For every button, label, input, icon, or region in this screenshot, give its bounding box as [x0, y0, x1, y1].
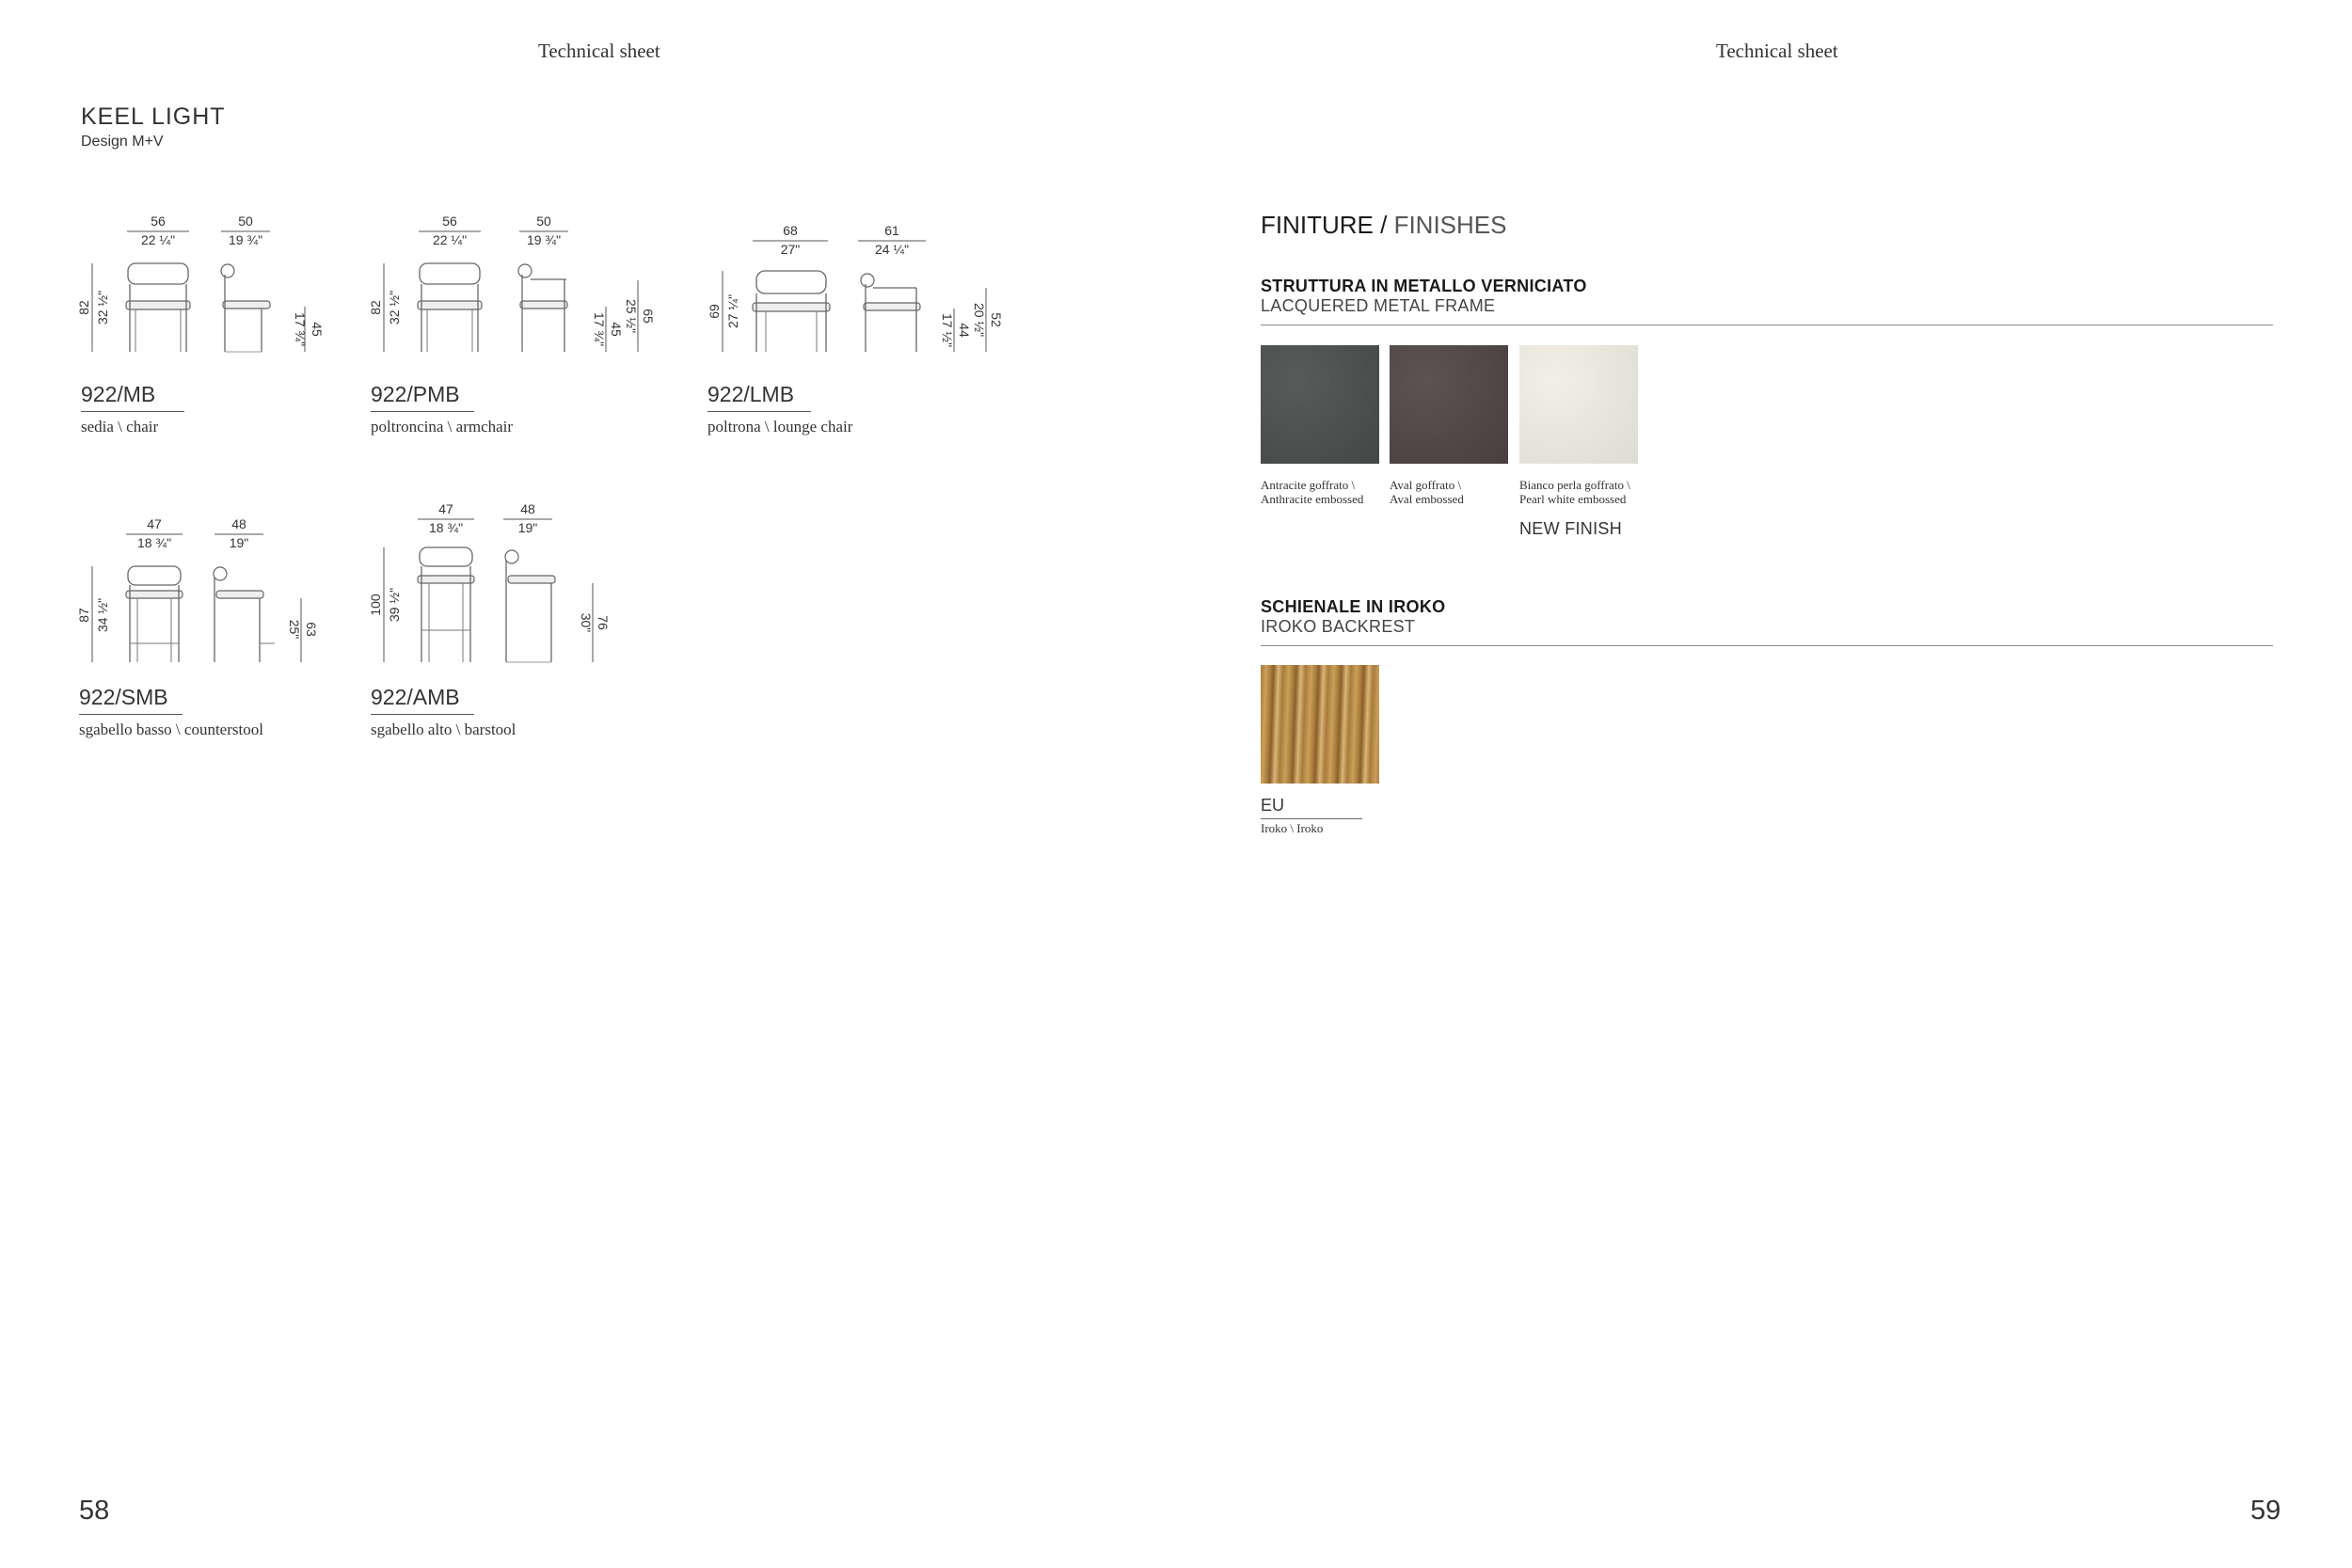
- backrest-section-header: SCHIENALE IN IROKO IROKO BACKREST: [1261, 597, 2273, 646]
- depth-cm: 50: [238, 214, 253, 229]
- page-header: Technical sheet: [538, 40, 660, 62]
- height-in: 32 ½": [95, 291, 110, 325]
- left-page: Technical sheet KEEL LIGHT Design M+V 56…: [0, 0, 1176, 1568]
- frame-section-title-it: STRUTTURA IN METALLO VERNICIATO: [1261, 277, 1587, 295]
- depth-in: 19 ¾": [527, 232, 561, 247]
- backrest-section-title-it: SCHIENALE IN IROKO: [1261, 597, 1446, 616]
- depth-cm: 50: [536, 214, 551, 229]
- depth-in: 19 ¾": [229, 232, 262, 247]
- backrest-section-title-en: IROKO BACKREST: [1261, 617, 1416, 636]
- arm-in: 25 ½": [624, 299, 639, 333]
- swatch-label: Bianco perla goffrato \ Pearl white embo…: [1519, 478, 1630, 506]
- height-cm: 82: [368, 300, 383, 315]
- width-cm: 56: [151, 214, 166, 229]
- arm-cm: 52: [989, 312, 1004, 327]
- product-chair: 56 22 ¼" 50 19 ¾" 82 32 ½" 45 17 ¾" 922/…: [66, 209, 329, 453]
- counterstool-drawing: 47 18 ¾" 48 19" 87 34 ½" 25" 63: [76, 516, 319, 662]
- swatch-label: Antracite goffrato \ Anthracite embossed: [1261, 478, 1364, 506]
- swatch-description: Iroko \ Iroko: [1261, 821, 1324, 835]
- width-in: 22 ¼": [141, 232, 175, 247]
- width-cm: 47: [147, 516, 162, 531]
- height-in: 27 ¼": [725, 294, 740, 328]
- chair-drawing: 56 22 ¼" 50 19 ¾" 82 32 ½" 45 17 ¾": [76, 214, 325, 353]
- height-in: 39 ½": [387, 588, 402, 622]
- depth-cm: 48: [520, 501, 535, 516]
- depth-in: 19": [230, 535, 249, 550]
- height-cm: 82: [76, 300, 91, 315]
- lounge-chair-drawing: 68 27" 61 24 ¼" 69 27 ¼" 17 ½" 44 20 ½": [707, 223, 1004, 352]
- width-cm: 47: [438, 501, 453, 516]
- title-separator: /: [1373, 211, 1394, 239]
- seat-in: 17 ¾": [293, 312, 308, 346]
- width-in: 22 ¼": [433, 232, 467, 247]
- swatch-pearl-white[interactable]: [1519, 345, 1638, 464]
- swatch-iroko-wood[interactable]: [1261, 665, 1379, 784]
- depth-cm: 61: [884, 223, 899, 238]
- height-cm: 100: [368, 594, 383, 616]
- armchair-drawing: 56 22 ¼" 50 19 ¾" 82 32 ½" 17 ¾" 45 25 ½: [368, 214, 656, 352]
- arm-in: 20 ½": [972, 303, 987, 337]
- product-barstool: 47 18 ¾" 48 19" 100 39 ½" 30" 76 922/AMB…: [358, 500, 640, 756]
- height-in: 34 ½": [95, 598, 110, 632]
- width-cm: 68: [783, 223, 798, 238]
- product-code: 922/AMB: [371, 685, 474, 715]
- depth-cm: 48: [231, 516, 246, 531]
- right-page: Technical sheet FINITURE / FINISHES STRU…: [1176, 0, 2352, 1568]
- designer-credit: Design M+V: [81, 134, 164, 150]
- seat-in: 17 ½": [940, 313, 955, 347]
- height-cm: 69: [707, 304, 722, 319]
- product-description: sedia \ chair: [81, 418, 159, 436]
- width-in: 27": [781, 242, 801, 257]
- seat-cm: 76: [596, 615, 611, 630]
- finishes-title: FINITURE / FINISHES: [1261, 211, 1506, 240]
- product-title: KEEL LIGHT: [81, 103, 226, 130]
- swatch-code: EU: [1261, 796, 1362, 819]
- product-description: sgabello basso \ counterstool: [79, 721, 263, 738]
- page-header: Technical sheet: [1716, 40, 1838, 62]
- product-code: 922/MB: [81, 382, 184, 412]
- frame-section-header: STRUTTURA IN METALLO VERNICIATO LACQUERE…: [1261, 277, 2273, 325]
- seat-cm: 63: [304, 622, 319, 637]
- height-cm: 87: [76, 608, 91, 623]
- barstool-drawing: 47 18 ¾" 48 19" 100 39 ½" 30" 76: [368, 501, 611, 663]
- width-in: 18 ¾": [137, 535, 171, 550]
- seat-in: 30": [579, 613, 594, 633]
- seat-in: 17 ¾": [592, 312, 607, 346]
- height-in: 32 ½": [387, 291, 402, 325]
- width-cm: 56: [442, 214, 457, 229]
- finishes-title-it: FINITURE: [1261, 211, 1374, 239]
- swatch-aval[interactable]: [1390, 345, 1508, 464]
- product-description: poltrona \ lounge chair: [707, 418, 853, 436]
- product-armchair: 56 22 ¼" 50 19 ¾" 82 32 ½" 17 ¾" 45 25 ½: [358, 209, 668, 453]
- product-counterstool: 47 18 ¾" 48 19" 87 34 ½" 25" 63 922/SMB …: [66, 512, 348, 756]
- width-in: 18 ¾": [429, 520, 463, 535]
- arm-cm: 65: [641, 309, 656, 324]
- seat-cm: 44: [957, 323, 972, 338]
- seat-in: 25": [287, 620, 302, 640]
- seat-cm: 45: [609, 322, 624, 337]
- new-finish-badge: NEW FINISH: [1519, 519, 1622, 538]
- page-number: 58: [79, 1496, 110, 1526]
- page-number: 59: [2250, 1496, 2281, 1526]
- seat-cm: 45: [310, 322, 325, 337]
- depth-in: 24 ¼": [875, 242, 909, 257]
- frame-section-title-en: LACQUERED METAL FRAME: [1261, 296, 1496, 315]
- product-description: sgabello alto \ barstool: [371, 721, 516, 738]
- product-lounge-chair: 68 27" 61 24 ¼" 69 27 ¼" 17 ½" 44 20 ½": [694, 209, 1014, 453]
- product-code: 922/LMB: [707, 382, 811, 412]
- product-code: 922/PMB: [371, 382, 474, 412]
- depth-in: 19": [518, 520, 538, 535]
- product-description: poltroncina \ armchair: [371, 418, 514, 436]
- product-code: 922/SMB: [79, 685, 183, 715]
- swatch-label: Aval goffrato \ Aval embossed: [1390, 478, 1464, 506]
- finishes-title-en: FINISHES: [1393, 211, 1507, 239]
- swatch-anthracite[interactable]: [1261, 345, 1379, 464]
